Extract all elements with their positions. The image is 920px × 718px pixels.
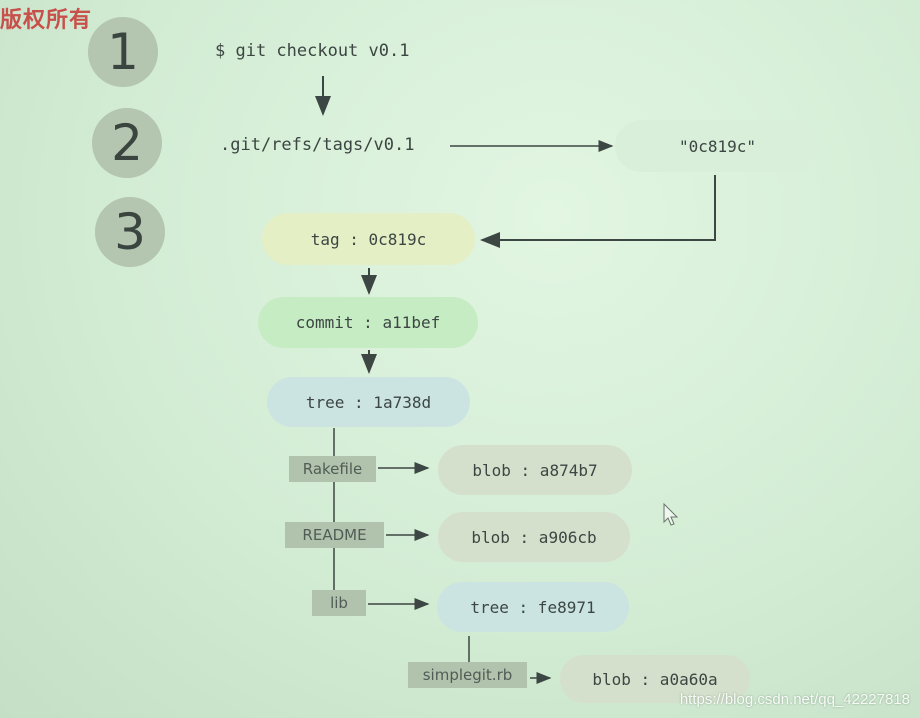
entry-readme: README — [285, 522, 384, 548]
tree-node: tree : 1a738d — [267, 377, 470, 427]
commit-node: commit : a11bef — [258, 297, 478, 348]
entry-lib: lib — [312, 590, 366, 616]
blob-readme-node: blob : a906cb — [438, 512, 630, 562]
tag-ref-path: .git/refs/tags/v0.1 — [220, 135, 415, 155]
entry-rakefile: Rakefile — [289, 456, 376, 482]
arrow-value-to-tag — [480, 175, 716, 248]
checkout-command: $ git checkout v0.1 — [215, 41, 410, 61]
footer-url: https://blog.csdn.net/qq_42227818 — [679, 691, 910, 708]
entry-simplegit: simplegit.rb — [408, 662, 527, 688]
copyright-watermark: 版权所有 — [0, 7, 93, 33]
blob-rakefile-node: blob : a874b7 — [438, 445, 632, 495]
mouse-cursor-icon — [663, 502, 679, 526]
tag-node: tag : 0c819c — [262, 213, 475, 265]
step-1-badge: 1 — [88, 17, 158, 87]
step-2-badge: 2 — [92, 108, 162, 178]
ref-value-node: "0c819c" — [615, 120, 820, 172]
step-3-badge: 3 — [95, 197, 165, 267]
tree-lib-node: tree : fe8971 — [437, 582, 629, 632]
